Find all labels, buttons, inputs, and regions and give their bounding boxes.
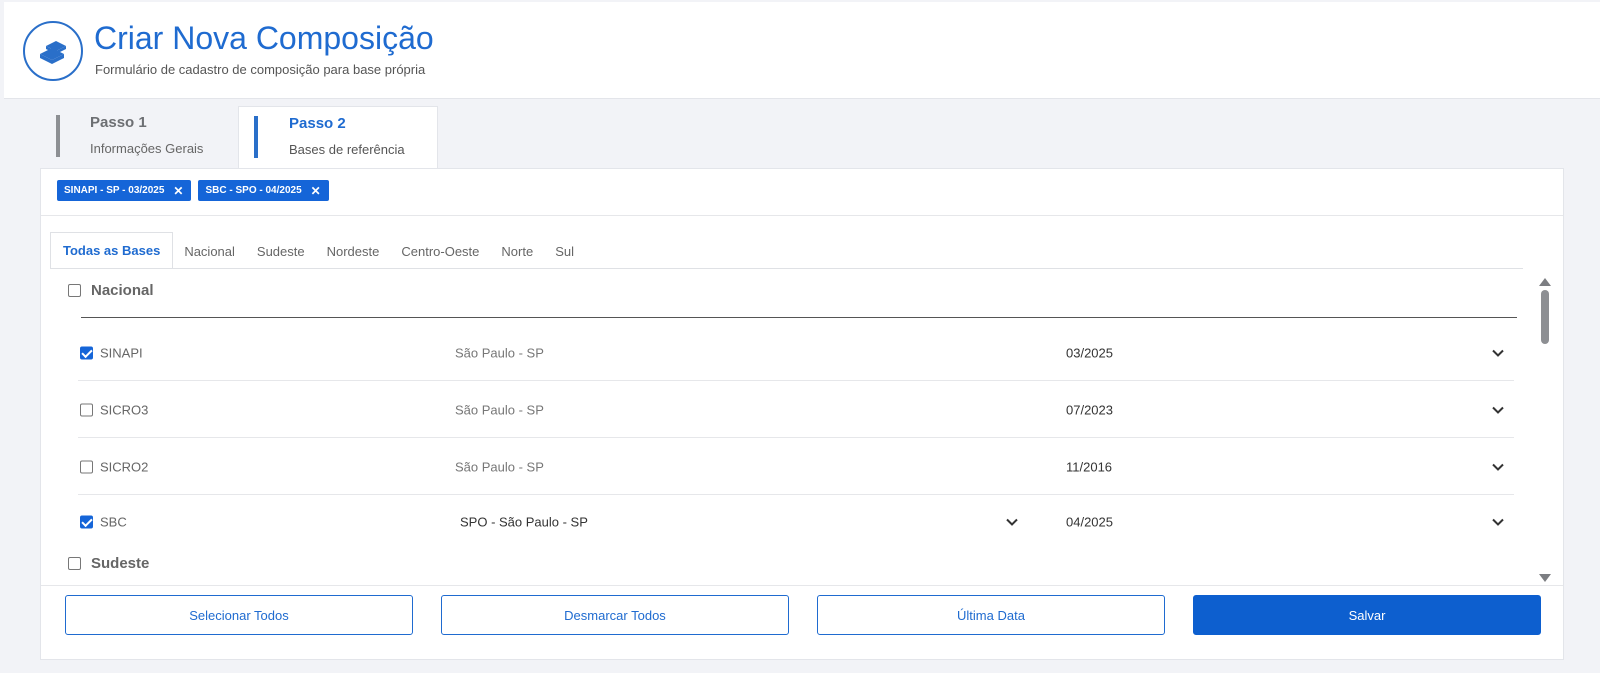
tab-norte[interactable]: Norte (490, 235, 544, 269)
group-checkbox[interactable] (68, 284, 81, 297)
base-name: SICRO3 (100, 402, 149, 417)
step-indicator (254, 116, 258, 158)
step-2-tab[interactable]: Passo 2 Bases de referência (238, 106, 438, 168)
remove-chip-icon[interactable]: ✕ (173, 184, 183, 198)
step-1-tab[interactable]: Passo 1 Informações Gerais (56, 106, 236, 168)
base-date: 11/2016 (1066, 459, 1113, 474)
scroll-down-arrow-icon[interactable] (1538, 570, 1552, 582)
tab-sul[interactable]: Sul (544, 235, 585, 269)
deselect-all-button[interactable]: Desmarcar Todos (441, 595, 789, 635)
base-date: 04/2025 (1066, 514, 1113, 530)
divider (41, 215, 1563, 216)
base-location: São Paulo - SP (455, 345, 544, 360)
base-name-cell: SICRO3 (80, 402, 148, 417)
group-header-nacional: Nacional (68, 282, 154, 299)
group-header-sudeste: Sudeste (68, 555, 149, 572)
selected-base-chip: SBC - SPO - 04/2025 ✕ (198, 180, 329, 201)
group-divider (81, 317, 1517, 318)
step-title: Passo 2 (289, 115, 346, 132)
date-chevron-down-icon[interactable] (1490, 402, 1506, 418)
step-subtitle: Informações Gerais (90, 141, 204, 156)
base-location-select[interactable]: SPO - São Paulo - SP (460, 515, 588, 530)
selected-base-chip: SINAPI - SP - 03/2025 ✕ (57, 180, 192, 201)
base-date: 03/2025 (1066, 345, 1113, 360)
step-title: Passo 1 (90, 114, 147, 131)
reference-bases-panel: SINAPI - SP - 03/2025 ✕ SBC - SPO - 04/2… (40, 168, 1564, 660)
base-location: São Paulo - SP (455, 459, 544, 474)
step-subtitle: Bases de referência (289, 142, 405, 157)
tab-sudeste[interactable]: Sudeste (246, 235, 316, 269)
base-name-cell: SICRO2 (80, 459, 148, 474)
chip-label: SBC - SPO - 04/2025 (205, 185, 302, 196)
base-checkbox[interactable] (80, 403, 93, 416)
base-name: SICRO2 (100, 459, 149, 474)
scrollbar-thumb[interactable] (1541, 290, 1549, 344)
base-checkbox[interactable] (80, 460, 93, 473)
composition-logo-icon (23, 21, 83, 81)
table-row: SICRO3 São Paulo - SP 07/2023 (78, 382, 1514, 438)
base-name: SBC (100, 514, 127, 530)
date-chevron-down-icon[interactable] (1490, 514, 1506, 530)
remove-chip-icon[interactable]: ✕ (311, 184, 321, 198)
page-subtitle: Formulário de cadastro de composição par… (95, 62, 426, 77)
group-checkbox[interactable] (68, 557, 81, 570)
step-indicator (56, 115, 60, 157)
base-name-cell: SBC (80, 515, 127, 530)
date-chevron-down-icon[interactable] (1490, 345, 1506, 361)
save-button[interactable]: Salvar (1193, 595, 1541, 635)
base-checkbox[interactable] (80, 515, 93, 529)
last-date-button[interactable]: Última Data (817, 595, 1165, 635)
base-checkbox[interactable] (80, 346, 93, 359)
table-row: SICRO2 São Paulo - SP 11/2016 (78, 439, 1514, 495)
page-title: Criar Nova Composição (94, 20, 434, 56)
divider (41, 585, 1563, 586)
group-label: Nacional (91, 282, 154, 299)
tab-todas-as-bases[interactable]: Todas as Bases (50, 232, 174, 269)
group-label: Sudeste (91, 555, 150, 572)
region-tabs: Todas as Bases Nacional Sudeste Nordeste… (50, 232, 585, 269)
base-name: SINAPI (100, 345, 143, 360)
select-all-button[interactable]: Selecionar Todos (65, 595, 413, 635)
date-chevron-down-icon[interactable] (1490, 459, 1506, 475)
selected-bases-chips: SINAPI - SP - 03/2025 ✕ SBC - SPO - 04/2… (57, 180, 329, 201)
chip-label: SINAPI - SP - 03/2025 (64, 185, 165, 196)
scroll-up-arrow-icon[interactable] (1538, 274, 1552, 286)
tab-nordeste[interactable]: Nordeste (316, 235, 391, 269)
table-row: SINAPI São Paulo - SP 03/2025 (78, 325, 1514, 381)
base-date: 07/2023 (1066, 402, 1113, 417)
tab-centro-oeste[interactable]: Centro-Oeste (390, 235, 490, 269)
location-chevron-down-icon[interactable] (1004, 514, 1020, 530)
page-header: Criar Nova Composição Formulário de cada… (4, 2, 1600, 99)
tab-nacional[interactable]: Nacional (173, 235, 246, 269)
base-location: São Paulo - SP (455, 402, 544, 417)
divider (50, 268, 1523, 269)
table-row: SBC SPO - São Paulo - SP 04/2025 (78, 494, 1514, 550)
base-name-cell: SINAPI (80, 345, 143, 360)
